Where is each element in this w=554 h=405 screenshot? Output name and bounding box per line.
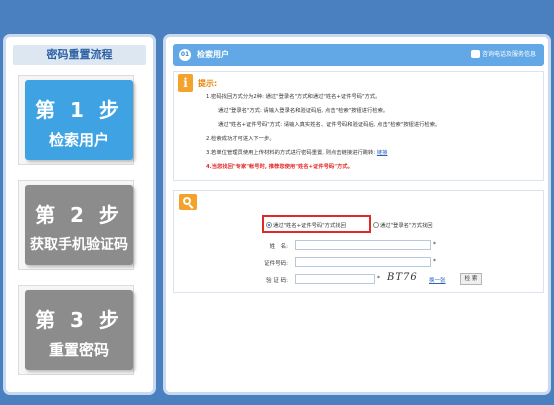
step-1-name: 检索用户 (48, 131, 109, 149)
step-2-card: 第 2 步 获取手机验证码 (18, 180, 134, 270)
section-title-bar: 01 检索用户 咨询电话及服务信息 (173, 44, 544, 66)
step-2-name: 获取手机验证码 (30, 237, 128, 253)
tip-line-2: 通过"登录名"方式: 请输入登录名和验证码后, 点击"检索"按钮进行检索。 (218, 108, 389, 114)
captcha-input[interactable] (295, 274, 375, 284)
name-input[interactable] (295, 240, 431, 250)
step-2-number: 第 2 步 (35, 203, 123, 227)
captcha-image[interactable]: BT76 (387, 272, 418, 283)
step-sidebar: 密码重置流程 第 1 步 检索用户 第 2 步 获取手机验证码 第 3 步 重置… (3, 34, 156, 395)
tips-title: 提示: (198, 79, 218, 88)
phone-icon (470, 49, 480, 58)
step-1-tile: 第 1 步 检索用户 (25, 80, 133, 160)
name-required-mark: * (433, 241, 436, 248)
step-3-name: 重置密码 (48, 341, 109, 359)
captcha-label: 验 证 码: (266, 278, 288, 284)
id-required-mark: * (433, 258, 436, 265)
refresh-captcha-link[interactable]: 换一张 (429, 276, 446, 284)
search-button[interactable]: 检 索 (460, 273, 482, 285)
radio-name-id[interactable] (266, 222, 272, 228)
id-number-input[interactable] (295, 257, 431, 267)
contact-info-link[interactable]: 咨询电话及服务信息 (470, 44, 536, 66)
tip-line-5: 3.若单位管理员使用上传材料的方式进行密码重置, 则点击链接进行跳转: 链接 (206, 148, 387, 156)
name-label: 姓 名: (269, 244, 288, 250)
radio-login-option[interactable]: 通过"登录名"方式找回 (373, 221, 433, 229)
tip-line-1: 1.密码找回方式分为2种: 通过"登录名"方式和通过"姓名+证件号码"方式。 (206, 94, 381, 100)
tip-line-5-text: 3.若单位管理员使用上传材料的方式进行密码重置, 则点击链接进行跳转: (206, 150, 376, 156)
radio-login-label: 通过"登录名"方式找回 (380, 223, 433, 229)
radio-login[interactable] (373, 222, 379, 228)
section-title: 检索用户 (197, 50, 229, 59)
upload-link[interactable]: 链接 (377, 150, 388, 156)
captcha-required-mark: * (377, 275, 380, 282)
search-icon (179, 194, 197, 210)
info-icon: i (178, 74, 193, 92)
step-2-tile: 第 2 步 获取手机验证码 (25, 185, 133, 265)
step-3-tile: 第 3 步 重置密码 (25, 290, 133, 370)
tip-warning: 4.当您找回"专家"帐号时, 推荐您使用"姓名+证件号码"方式。 (206, 164, 353, 170)
contact-info-label: 咨询电话及服务信息 (481, 51, 536, 58)
tip-line-3: 通过"姓名+证件号码"方式: 请输入真实姓名、证件号码和验证码后, 点击"检索"… (218, 122, 441, 128)
step-1-number: 第 1 步 (35, 98, 123, 122)
id-number-label: 证件号码: (264, 261, 288, 267)
radio-name-id-label: 通过"姓名+证件号码"方式找回 (273, 223, 346, 229)
step-1-card: 第 1 步 检索用户 (18, 75, 134, 165)
search-form-box: 通过"姓名+证件号码"方式找回 通过"登录名"方式找回 姓 名: * 证件号码:… (173, 190, 544, 293)
step-3-card: 第 3 步 重置密码 (18, 285, 134, 375)
main-panel: 01 检索用户 咨询电话及服务信息 i 提示: 1.密码找回方式分为2种: 通过… (163, 34, 551, 395)
sidebar-title: 密码重置流程 (13, 45, 146, 65)
tips-box: i 提示: 1.密码找回方式分为2种: 通过"登录名"方式和通过"姓名+证件号码… (173, 71, 544, 181)
tip-line-4: 2.检索成功才可进入下一步。 (206, 136, 275, 142)
step-3-number: 第 3 步 (35, 308, 123, 332)
step-badge: 01 (179, 49, 191, 61)
radio-name-id-option[interactable]: 通过"姓名+证件号码"方式找回 (266, 221, 346, 229)
